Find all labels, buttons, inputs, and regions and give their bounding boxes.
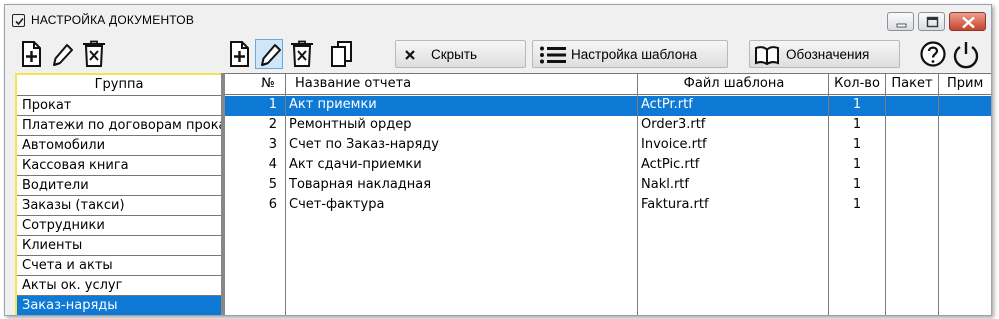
- add-report-button[interactable]: [225, 39, 253, 69]
- column-divider: [938, 74, 939, 315]
- template-file: Nakl.rtf: [641, 177, 689, 192]
- row-number: 6: [268, 197, 277, 212]
- column-header-package[interactable]: Пакет: [886, 76, 938, 91]
- copies-count: 1: [852, 197, 862, 212]
- group-item[interactable]: Прокат: [17, 96, 221, 116]
- window-title: НАСТРОЙКА ДОКУМЕНТОВ: [31, 13, 195, 27]
- table-row[interactable]: 3 Счет по Заказ-наряду Invoice.rtf 1: [225, 136, 991, 156]
- legend-label: Обозначения: [786, 47, 870, 62]
- reports-grid: 1 Акт приемки ActPr.rtf 1 2 Ремонтный ор…: [225, 73, 991, 315]
- column-header-template-file[interactable]: Файл шаблона: [639, 76, 829, 91]
- row-number: 1: [268, 97, 277, 112]
- documents-settings-window: НАСТРОЙКА ДОКУМЕНТОВ Скрыть Настройка ша…: [4, 4, 992, 316]
- column-divider: [285, 74, 286, 315]
- group-item[interactable]: Сотрудники: [17, 216, 221, 236]
- close-icon: [405, 50, 415, 60]
- edit-group-button[interactable]: [47, 39, 75, 69]
- legend-button[interactable]: Обозначения: [749, 40, 900, 68]
- add-group-button[interactable]: [17, 39, 45, 69]
- template-settings-button[interactable]: Настройка шаблона: [532, 40, 728, 68]
- template-file: Faktura.rtf: [641, 197, 709, 212]
- maximize-button[interactable]: [918, 12, 945, 31]
- help-button[interactable]: [919, 39, 947, 69]
- report-name: Акт сдачи-приемки: [289, 157, 422, 172]
- report-name: Счет по Заказ-наряду: [289, 137, 439, 152]
- power-icon: [953, 42, 979, 69]
- group-item[interactable]: Акты ок. услуг: [17, 276, 221, 296]
- hide-button[interactable]: Скрыть: [395, 40, 526, 68]
- table-row[interactable]: 4 Акт сдачи-приемки ActPic.rtf 1: [225, 156, 991, 176]
- template-file: Order3.rtf: [641, 117, 706, 132]
- list-icon: [540, 46, 566, 64]
- group-item[interactable]: Клиенты: [17, 236, 221, 256]
- template-file: ActPr.rtf: [641, 97, 693, 112]
- report-name: Акт приемки: [289, 97, 377, 112]
- hide-button-label: Скрыть: [431, 47, 478, 62]
- group-list: Группа Прокат Платежи по договорам прока…: [15, 73, 221, 315]
- copies-count: 1: [852, 137, 862, 152]
- copies-count: 1: [852, 97, 862, 112]
- group-item[interactable]: Платежи по договорам проката: [17, 116, 221, 136]
- group-item[interactable]: Водители: [17, 176, 221, 196]
- delete-group-button[interactable]: [80, 39, 108, 69]
- title-bar: НАСТРОЙКА ДОКУМЕНТОВ: [5, 5, 991, 35]
- table-row[interactable]: 5 Товарная накладная Nakl.rtf 1: [225, 176, 991, 196]
- row-number: 4: [268, 157, 277, 172]
- group-item[interactable]: Автомобили: [17, 136, 221, 156]
- group-item-selected[interactable]: Заказ-наряды: [17, 296, 221, 315]
- column-header-report-name[interactable]: Название отчета: [295, 76, 435, 91]
- column-divider: [885, 74, 886, 315]
- column-header-copies[interactable]: Кол-во: [829, 76, 885, 91]
- report-name: Ремонтный ордер: [289, 117, 412, 132]
- close-button[interactable]: [949, 12, 986, 31]
- report-name: Товарная накладная: [289, 177, 432, 192]
- edit-report-button[interactable]: [255, 39, 283, 69]
- row-number: 2: [268, 117, 277, 132]
- group-list-header: Группа: [17, 75, 221, 96]
- group-item[interactable]: Кассовая книга: [17, 156, 221, 176]
- copies-count: 1: [852, 117, 862, 132]
- help-icon: [920, 41, 946, 67]
- column-header-note[interactable]: Прим: [947, 76, 991, 91]
- row-number: 5: [268, 177, 277, 192]
- table-row[interactable]: 6 Счет-фактура Faktura.rtf 1: [225, 196, 991, 216]
- exit-button[interactable]: [951, 39, 981, 69]
- group-item[interactable]: Счета и акты: [17, 256, 221, 276]
- column-divider: [637, 74, 638, 315]
- grid-header: № Название отчета Файл шаблона Кол-во Па…: [225, 74, 991, 95]
- column-divider: [828, 74, 829, 315]
- column-header-number[interactable]: №: [255, 76, 281, 91]
- minimize-button[interactable]: [887, 12, 914, 31]
- table-row[interactable]: 2 Ремонтный ордер Order3.rtf 1: [225, 116, 991, 136]
- copies-count: 1: [852, 177, 862, 192]
- template-file: ActPic.rtf: [641, 157, 700, 172]
- copies-count: 1: [852, 157, 862, 172]
- template-settings-label: Настройка шаблона: [571, 47, 698, 62]
- report-name: Счет-фактура: [289, 197, 385, 212]
- copy-report-button[interactable]: [328, 39, 356, 69]
- checkbox-app-icon: [12, 14, 25, 27]
- table-row[interactable]: 1 Акт приемки ActPr.rtf 1: [225, 96, 991, 116]
- group-item[interactable]: Заказы (такси): [17, 196, 221, 216]
- template-file: Invoice.rtf: [641, 137, 707, 152]
- row-number: 3: [268, 137, 277, 152]
- delete-report-button[interactable]: [288, 39, 316, 69]
- open-book-icon: [755, 46, 779, 65]
- toolbar: Скрыть Настройка шаблона Обозначения: [5, 36, 991, 74]
